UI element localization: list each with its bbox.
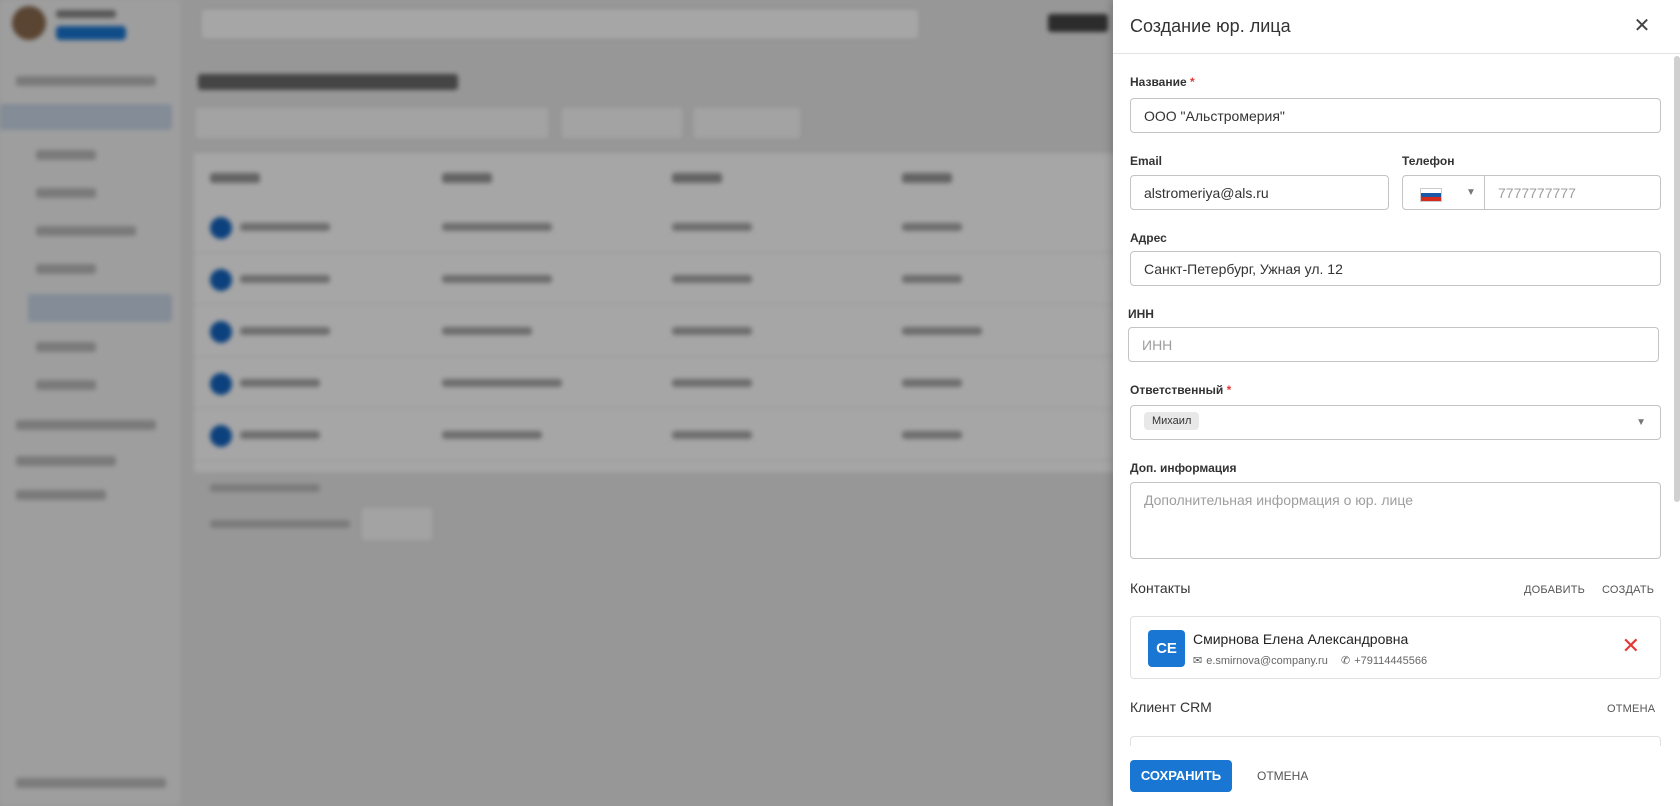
phone-country-select[interactable]: ▼: [1402, 175, 1485, 210]
crm-cancel-button[interactable]: ОТМЕНА: [1607, 703, 1655, 715]
drawer-title: Создание юр. лица: [1130, 16, 1291, 36]
contact-phone: ✆ +79114445566: [1341, 655, 1428, 667]
contact-email: ✉ e.smirnova@company.ru: [1193, 655, 1328, 667]
email-label: Email: [1130, 154, 1163, 168]
crm-client-title: Клиент CRM: [1130, 699, 1212, 715]
responsible-chip[interactable]: Михаил: [1144, 412, 1200, 430]
phone-label: Телефон: [1402, 154, 1455, 168]
create-contact-button[interactable]: СОЗДАТЬ: [1602, 584, 1654, 596]
address-input[interactable]: Санкт-Петербург, Ужная ул. 12: [1130, 251, 1661, 286]
modal-backdrop[interactable]: [0, 0, 1113, 806]
remove-contact-icon[interactable]: ✕: [1622, 635, 1640, 657]
name-input[interactable]: ООО "Альстромерия": [1130, 98, 1661, 133]
contact-card: СЕ Смирнова Елена Александровна ✉ e.smirn…: [1130, 616, 1661, 679]
save-button[interactable]: СОХРАНИТЬ: [1130, 760, 1232, 792]
drawer-scrollbar[interactable]: [1674, 56, 1680, 502]
phone-input[interactable]: 7777777777: [1485, 175, 1661, 210]
required-mark: *: [1190, 75, 1195, 89]
cancel-button[interactable]: ОТМЕНА: [1257, 760, 1308, 792]
contacts-title: Контакты: [1130, 580, 1191, 596]
required-mark: *: [1226, 383, 1232, 397]
contact-name: Смирнова Елена Александровна: [1193, 631, 1409, 647]
address-label: Адрес: [1130, 231, 1167, 245]
close-icon[interactable]: ✕: [1632, 16, 1652, 36]
extra-info-textarea[interactable]: Дополнительная информация о юр. лице: [1130, 482, 1661, 559]
mail-icon: ✉: [1193, 655, 1203, 667]
responsible-label: Ответственный *: [1130, 383, 1232, 397]
phone-icon: ✆: [1341, 655, 1351, 667]
inn-label: ИНН: [1128, 307, 1154, 321]
chevron-down-icon: ▼: [1636, 417, 1646, 428]
crm-client-card: [1130, 736, 1661, 746]
drawer-footer: СОХРАНИТЬ ОТМЕНА: [1113, 752, 1680, 806]
extra-info-label: Доп. информация: [1130, 461, 1237, 475]
name-label: Название *: [1130, 75, 1195, 89]
add-contact-button[interactable]: ДОБАВИТЬ: [1524, 584, 1585, 596]
responsible-select[interactable]: ▼: [1130, 405, 1661, 440]
russia-flag-icon: [1420, 188, 1442, 202]
chevron-down-icon: ▼: [1466, 187, 1476, 198]
inn-input[interactable]: ИНН: [1128, 327, 1659, 362]
drawer-header: Создание юр. лица ✕: [1113, 0, 1680, 54]
contact-avatar: СЕ: [1148, 630, 1185, 667]
email-input[interactable]: alstromeriya@als.ru: [1130, 175, 1389, 210]
